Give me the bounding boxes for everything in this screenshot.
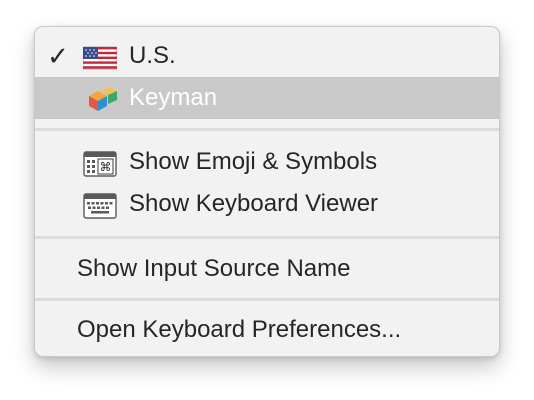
menu-item-us[interactable]: ✓ U.S. bbox=[35, 35, 499, 77]
keyman-icon bbox=[83, 85, 117, 111]
menu-item-label: Keyman bbox=[129, 84, 218, 111]
menu-item-show-input-source-name[interactable]: Show Input Source Name bbox=[35, 248, 499, 290]
menu-item-label: Show Input Source Name bbox=[77, 255, 351, 282]
menu-separator bbox=[35, 236, 499, 239]
menu-item-keyman[interactable]: Keyman bbox=[35, 77, 499, 119]
menu-item-show-keyboard-viewer[interactable]: Show Keyboard Viewer bbox=[35, 183, 499, 225]
menu-item-label: Show Keyboard Viewer bbox=[129, 190, 379, 217]
menu-separator bbox=[35, 128, 499, 131]
menu-separator bbox=[35, 298, 499, 301]
svg-text:⌘: ⌘ bbox=[100, 160, 112, 174]
menu-item-label: Open Keyboard Preferences... bbox=[77, 316, 402, 343]
menu-item-label: U.S. bbox=[129, 42, 176, 69]
emoji-symbols-icon: ⌘ bbox=[83, 149, 117, 177]
checkmark-icon: ✓ bbox=[47, 41, 69, 71]
input-source-menu: ✓ U.S. Keyman ⌘ Show Emoji & Symbols Sho… bbox=[34, 26, 500, 357]
menu-item-show-emoji-symbols[interactable]: ⌘ Show Emoji & Symbols bbox=[35, 141, 499, 183]
menu-item-label: Show Emoji & Symbols bbox=[129, 148, 378, 175]
us-flag-icon bbox=[82, 43, 118, 70]
keyboard-viewer-icon bbox=[83, 191, 117, 219]
menu-item-open-keyboard-preferences[interactable]: Open Keyboard Preferences... bbox=[35, 309, 499, 351]
